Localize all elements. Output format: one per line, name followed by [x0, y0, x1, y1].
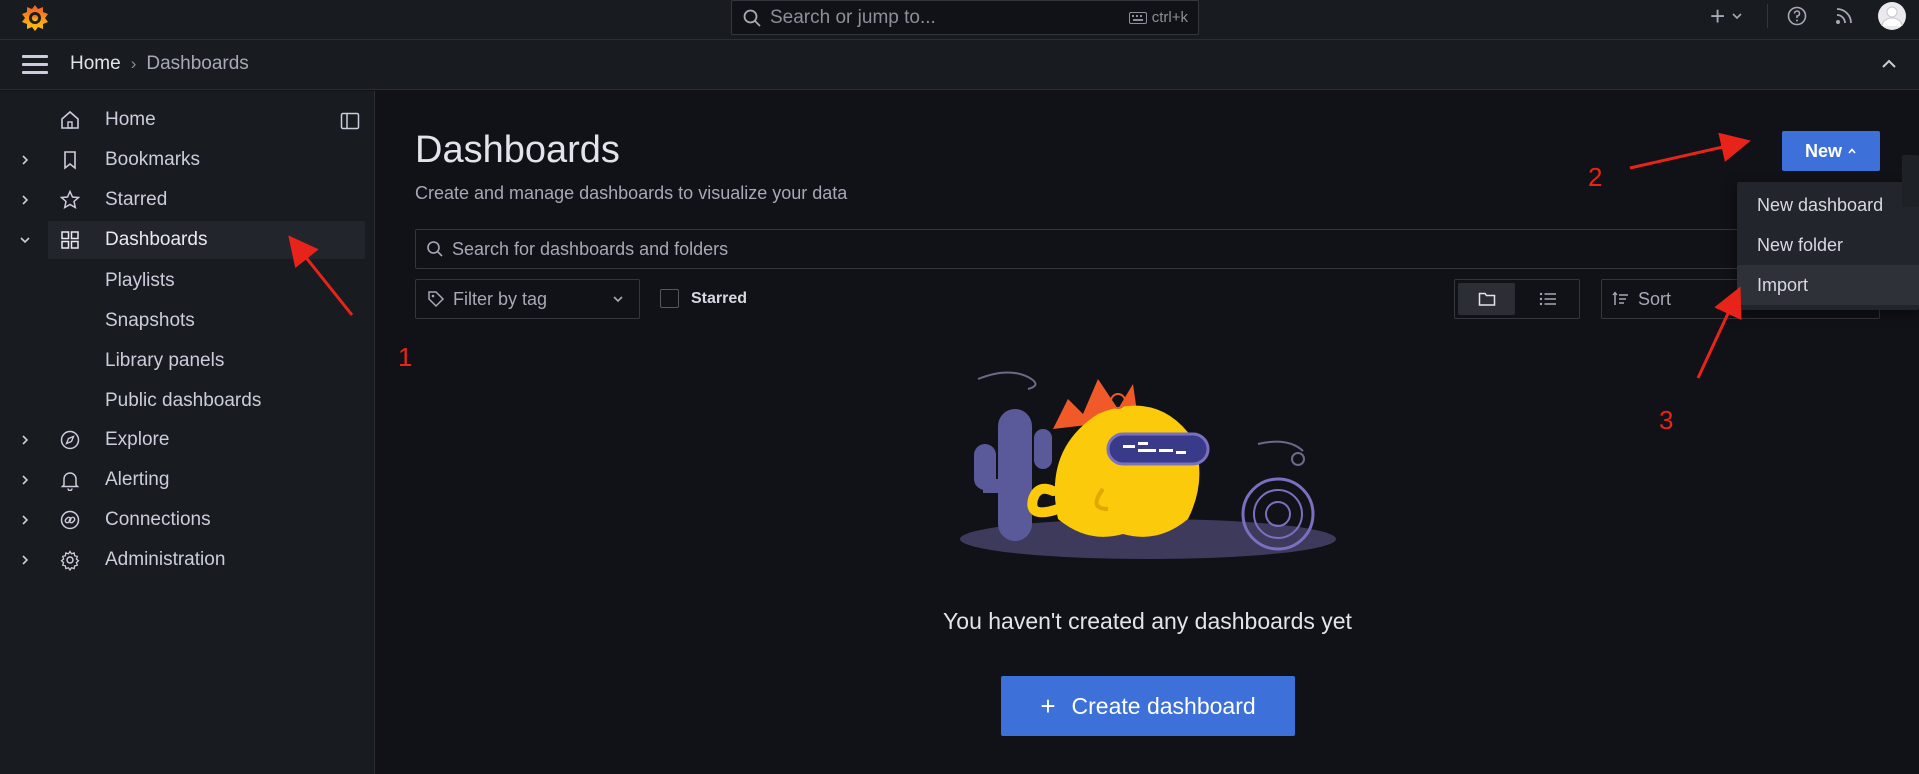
link-icon	[60, 510, 80, 530]
annotation-label-2: 2	[1588, 162, 1603, 192]
sidebar-subitem-snapshots[interactable]: Snapshots	[105, 310, 195, 332]
starred-filter[interactable]: Starred	[660, 289, 747, 308]
chevron-right-icon[interactable]	[18, 473, 32, 487]
news-feed-icon[interactable]	[1834, 6, 1854, 26]
view-mode-toggle	[1454, 279, 1580, 319]
menu-item-import[interactable]: Import	[1737, 265, 1919, 305]
empty-state-message: You haven't created any dashboards yet	[943, 608, 1352, 634]
sort-placeholder: Sort	[1638, 288, 1672, 309]
chevron-right-icon[interactable]	[18, 193, 32, 207]
bookmark-icon	[64, 151, 76, 170]
sidebar-item-bookmarks[interactable]: Bookmarks	[0, 141, 365, 179]
sidebar-item-connections[interactable]: Connections	[0, 501, 365, 539]
star-icon	[59, 189, 81, 209]
global-search-placeholder: Search or jump to...	[770, 6, 936, 28]
sidebar-item-label: Home	[105, 109, 156, 130]
chevron-right-icon[interactable]	[18, 433, 32, 447]
topbar-divider	[1767, 4, 1768, 28]
new-dropdown-menu: New dashboard New folder Import	[1737, 182, 1919, 310]
sidebar-item-label: Dashboards	[105, 229, 208, 250]
empty-state-illustration	[960, 371, 1336, 559]
create-dashboard-button[interactable]: + Create dashboard	[1001, 676, 1295, 736]
apps-icon	[61, 231, 79, 249]
sidebar-item-label: Administration	[105, 549, 226, 570]
search-icon	[743, 9, 761, 27]
menu-item-new-dashboard[interactable]: New dashboard	[1737, 185, 1919, 225]
user-avatar[interactable]	[1877, 1, 1907, 31]
sidebar: Home Bookmarks Starred Dashboards Playli…	[0, 91, 375, 774]
sidebar-item-administration[interactable]: Administration	[0, 541, 365, 579]
home-icon	[61, 110, 79, 129]
list-icon	[1539, 292, 1556, 306]
grafana-logo-icon[interactable]	[20, 3, 50, 33]
menu-item-new-folder[interactable]: New folder	[1737, 225, 1919, 265]
chevron-right-icon[interactable]	[18, 553, 32, 567]
keyboard-shortcut-hint: ctrl+k	[1128, 9, 1188, 26]
search-icon	[427, 241, 443, 257]
starred-checkbox-label: Starred	[691, 289, 748, 307]
chevron-down-icon	[1732, 13, 1742, 20]
breadcrumb-current: Dashboards	[146, 53, 249, 74]
add-new-menu[interactable]: +	[1710, 0, 1743, 32]
page-title: Dashboards	[415, 129, 620, 171]
breadcrumb-bar: Home › Dashboards	[0, 40, 1919, 90]
create-dashboard-label: Create dashboard	[1071, 692, 1256, 719]
main-content: Dashboards Create and manage dashboards …	[376, 91, 1919, 774]
chevron-down-icon	[613, 296, 623, 303]
chevron-right-icon[interactable]	[18, 153, 32, 167]
folder-icon	[1478, 292, 1495, 306]
annotation-label-1: 1	[398, 342, 413, 372]
cog-icon	[60, 550, 80, 571]
sort-icon	[1612, 291, 1628, 305]
sidebar-item-starred[interactable]: Starred	[0, 181, 365, 219]
sidebar-subitem-library-panels[interactable]: Library panels	[105, 350, 224, 372]
sidebar-subitem-public-dashboards[interactable]: Public dashboards	[105, 390, 261, 412]
help-icon[interactable]	[1787, 6, 1807, 26]
sidebar-item-dashboards[interactable]: Dashboards	[48, 221, 365, 259]
sidebar-item-home[interactable]: Home	[0, 101, 365, 139]
global-search-input[interactable]: Search or jump to... ctrl+k	[731, 0, 1199, 35]
plus-icon: +	[1040, 690, 1056, 721]
chevron-up-icon	[1848, 148, 1856, 154]
starred-checkbox[interactable]	[660, 289, 679, 308]
tag-filter-select[interactable]: Filter by tag	[415, 279, 640, 319]
dashboard-search-input[interactable]: Search for dashboards and folders	[415, 229, 1880, 269]
chevron-down-icon[interactable]	[18, 233, 32, 247]
tag-filter-placeholder: Filter by tag	[453, 288, 548, 309]
sidebar-item-label: Connections	[105, 509, 211, 530]
sidebar-item-label: Explore	[105, 429, 170, 450]
shortcut-text: ctrl+k	[1151, 9, 1188, 26]
new-button-label: New	[1804, 140, 1842, 161]
compass-icon	[60, 430, 80, 450]
bell-icon	[60, 472, 80, 491]
sidebar-item-explore[interactable]: Explore	[0, 421, 365, 459]
list-view-button[interactable]	[1519, 283, 1576, 315]
dashboard-search-placeholder: Search for dashboards and folders	[452, 238, 729, 259]
sidebar-subitem-playlists[interactable]: Playlists	[105, 270, 175, 292]
chevron-right-icon[interactable]	[18, 513, 32, 527]
sidebar-item-alerting[interactable]: Alerting	[0, 461, 365, 499]
breadcrumb-home-link[interactable]: Home	[70, 53, 121, 75]
top-bar: Search or jump to... ctrl+k +	[0, 0, 1919, 40]
breadcrumb: Home › Dashboards	[70, 53, 249, 75]
side-panel-handle[interactable]	[1902, 155, 1919, 207]
plus-icon: +	[1710, 0, 1726, 31]
sidebar-item-label: Bookmarks	[105, 149, 201, 170]
breadcrumb-separator: ›	[130, 54, 137, 73]
annotation-label-3: 3	[1659, 405, 1674, 435]
chevron-up-icon[interactable]	[1880, 55, 1898, 73]
sidebar-item-label: Starred	[105, 189, 168, 210]
new-button[interactable]: New	[1782, 131, 1880, 171]
folder-view-button[interactable]	[1458, 283, 1515, 315]
menu-toggle-icon[interactable]	[22, 55, 48, 75]
page-subtitle: Create and manage dashboards to visualiz…	[415, 183, 848, 203]
keyboard-icon	[1128, 11, 1147, 24]
tag-icon	[428, 291, 445, 308]
sidebar-item-label: Alerting	[105, 469, 170, 490]
